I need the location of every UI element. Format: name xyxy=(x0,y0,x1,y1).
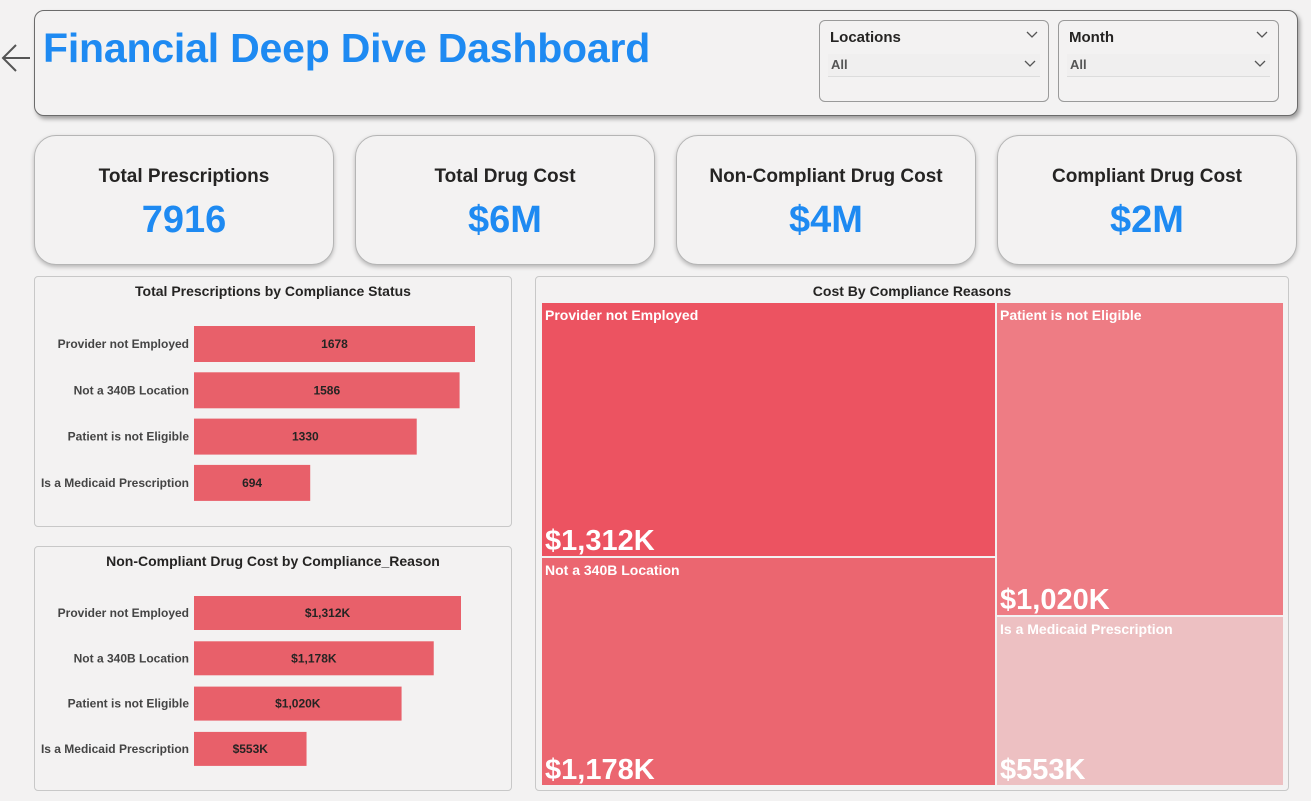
kpi-label: Total Prescriptions xyxy=(98,166,270,187)
bar-category-label: Is a Medicaid Prescription xyxy=(41,476,189,490)
kpi-value: $6M xyxy=(468,199,542,241)
treemap-tile-name: Is a Medicaid Prescription xyxy=(1000,621,1173,637)
kpi-label: Total Drug Cost xyxy=(434,166,576,187)
kpi-value: $4M xyxy=(789,199,863,241)
treemap-tile-value: $1,312K xyxy=(545,525,655,557)
page-title: Financial Deep Dive Dashboard xyxy=(43,25,651,71)
chevron-down-icon[interactable] xyxy=(1026,31,1038,39)
bar-category-label: Patient is not Eligible xyxy=(68,697,190,711)
bar-category-label: Is a Medicaid Prescription xyxy=(41,742,189,756)
treemap-tile-name: Not a 340B Location xyxy=(545,562,680,578)
back-arrow-icon[interactable] xyxy=(0,40,32,76)
treemap-tile-name: Provider not Employed xyxy=(545,307,699,323)
month-slicer[interactable]: Month All xyxy=(1058,20,1279,102)
month-slicer-label: Month xyxy=(1069,29,1114,46)
kpi-label: Non-Compliant Drug Cost xyxy=(709,166,943,187)
kpi-card-total-prescriptions: Total Prescriptions 7916 xyxy=(34,135,334,265)
cost-by-reasons-treemap[interactable]: Cost By Compliance Reasons Provider not … xyxy=(535,276,1289,791)
chart-title: Cost By Compliance Reasons xyxy=(812,283,1012,299)
bar-chart-svg: Provider not Employed 1678 Not a 340B Loca… xyxy=(41,326,475,501)
chevron-down-icon[interactable] xyxy=(1256,31,1268,39)
bar-value-label: $1,312K xyxy=(305,606,351,620)
chevron-down-icon[interactable] xyxy=(1024,60,1036,68)
treemap-tile-value: $1,178K xyxy=(545,754,655,786)
month-selected-value: All xyxy=(1070,57,1087,72)
kpi-card-compliant-drug-cost: Compliant Drug Cost $2M xyxy=(997,135,1297,265)
bar-chart-svg: Provider not Employed $1,312K Not a 340B L… xyxy=(41,596,461,766)
kpi-card-non-compliant-drug-cost: Non-Compliant Drug Cost $4M xyxy=(676,135,976,265)
treemap-tile-value: $553K xyxy=(1000,754,1086,786)
bar-category-label: Patient is not Eligible xyxy=(68,430,190,444)
locations-slicer-label: Locations xyxy=(830,29,901,46)
bar-category-label: Not a 340B Location xyxy=(74,651,189,665)
locations-slicer[interactable]: Locations All xyxy=(819,20,1049,102)
noncompliant-cost-by-reason-chart[interactable]: Non-Compliant Drug Cost by Compliance_Re… xyxy=(34,546,512,791)
bar-category-label: Provider not Employed xyxy=(58,606,189,620)
chevron-down-icon[interactable] xyxy=(1254,60,1266,68)
kpi-label: Compliant Drug Cost xyxy=(1052,166,1242,187)
locations-selected-value: All xyxy=(831,57,848,72)
locations-dropdown[interactable]: All xyxy=(828,54,1040,77)
kpi-card-total-drug-cost: Total Drug Cost $6M xyxy=(355,135,655,265)
month-dropdown[interactable]: All xyxy=(1067,54,1270,77)
bar-value-label: 1586 xyxy=(313,383,340,397)
bar-value-label: $553K xyxy=(233,742,269,756)
treemap-tile[interactable]: Is a Medicaid Prescription $553K xyxy=(996,616,1284,786)
bar-value-label: 694 xyxy=(242,476,262,490)
bar-category-label: Not a 340B Location xyxy=(74,383,189,397)
header-card: Financial Deep Dive Dashboard Locations … xyxy=(34,10,1298,116)
kpi-value: 7916 xyxy=(141,199,227,241)
bar-value-label: $1,020K xyxy=(275,697,321,711)
treemap-tile-value: $1,020K xyxy=(1000,584,1110,616)
treemap-tile[interactable]: Not a 340B Location $1,178K xyxy=(541,557,996,786)
treemap-tile[interactable]: Patient is not Eligible $1,020K xyxy=(996,302,1284,616)
treemap-area: Provider not Employed $1,312K Not a 340B L… xyxy=(541,302,1284,786)
treemap-tile-name: Patient is not Eligible xyxy=(1000,307,1142,323)
bar-value-label: 1678 xyxy=(321,337,348,351)
bar-value-label: $1,178K xyxy=(291,651,337,665)
kpi-value: $2M xyxy=(1110,199,1184,241)
prescriptions-by-status-chart[interactable]: Total Prescriptions by Compliance Status… xyxy=(34,276,512,527)
bar-value-label: 1330 xyxy=(292,430,319,444)
bar-category-label: Provider not Employed xyxy=(58,337,189,351)
treemap-tile[interactable]: Provider not Employed $1,312K xyxy=(541,302,996,557)
